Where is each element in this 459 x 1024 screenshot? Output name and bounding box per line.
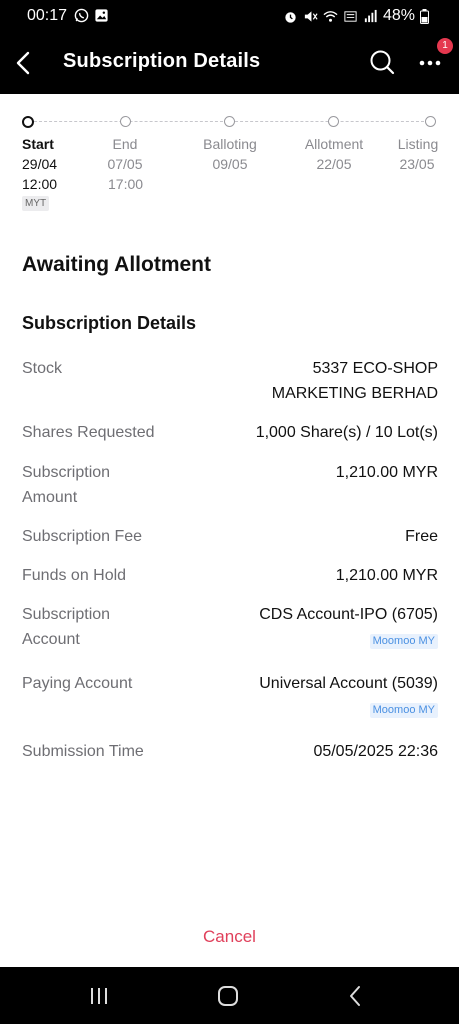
whatsapp-icon [74,8,89,23]
detail-label: Subscription Account [22,602,192,652]
detail-label: Subscription Fee [22,528,143,545]
cancel-button[interactable]: Cancel [0,927,459,947]
timeline-label-allotment: Allotment [304,136,364,152]
detail-label: Stock [22,360,63,377]
timeline-label-listing: Listing [397,136,439,152]
timeline-dot-listing [425,116,436,127]
mute-icon [304,10,318,22]
detail-value: 1,210.00 MYR [335,567,438,584]
timeline-date-allotment: 22/05 [316,156,352,172]
recent-apps-icon[interactable] [84,984,114,1008]
system-nav-bar [0,967,459,1024]
timeline-time-end: 17:00 [108,176,144,192]
detail-row-fee: Subscription Fee Free [22,524,438,549]
detail-value: Universal Account (5039) Moomoo MY [198,671,438,721]
detail-row-paying-account: Paying Account Universal Account (5039) … [22,671,438,721]
gallery-icon [95,9,108,22]
detail-value: 1,210.00 MYR [335,464,438,481]
status-bar: 00:17 48% [0,0,459,32]
timeline-dot-end [120,116,131,127]
broker-tag: Moomoo MY [369,703,438,718]
account-name: Universal Account (5039) [259,675,438,692]
label-line2: Amount [22,489,78,506]
detail-label: Subscription Amount [22,460,192,510]
section-heading: Subscription Details [22,313,197,333]
page-title: Subscription Details [63,50,261,72]
battery-icon [420,8,429,24]
broker-tag: Moomoo MY [369,634,438,649]
status-right-icons: 48% [283,7,429,25]
detail-label: Submission Time [22,743,144,760]
timeline-date-balloting: 09/05 [212,156,248,172]
app-bar: Subscription Details 1 [0,32,459,94]
wifi-icon [323,10,338,22]
account-name: CDS Account-IPO (6705) [259,606,438,623]
timeline-dot-allotment [328,116,339,127]
label-line1: Subscription [22,606,111,623]
detail-row-shares: Shares Requested 1,000 Share(s) / 10 Lot… [22,420,438,445]
detail-label: Shares Requested [22,424,155,441]
volte-icon [344,10,357,22]
detail-label: Paying Account [22,675,133,692]
timeline-date-end: 07/05 [107,156,143,172]
main-content: Start 29/04 12:00 MYT End 07/05 17:00 Ba… [0,94,459,967]
status-time: 00:17 [27,7,68,24]
detail-row-submission-time: Submission Time 05/05/2025 22:36 [22,739,438,764]
stock-name-line2: MARKETING BERHAD [271,385,438,402]
detail-label: Funds on Hold [22,567,127,584]
signal-icon [364,9,377,22]
timezone-tag: MYT [22,196,50,211]
notification-badge: 1 [437,38,453,54]
detail-value: CDS Account-IPO (6705) Moomoo MY [198,602,438,652]
stock-name-line1: 5337 ECO-SHOP [312,360,438,377]
detail-row-subscription-account: Subscription Account CDS Account-IPO (67… [22,602,438,662]
search-icon[interactable] [368,48,396,76]
detail-row-stock: Stock 5337 ECO-SHOP MARKETING BERHAD [22,356,438,406]
timeline-date-listing: 23/05 [399,156,435,172]
detail-value: 05/05/2025 22:36 [313,743,438,760]
status-notification-icons [74,8,109,23]
detail-value: 1,000 Share(s) / 10 Lot(s) [255,424,438,441]
timeline-label-balloting: Balloting [203,136,257,152]
status-heading: Awaiting Allotment [22,253,211,276]
detail-row-funds: Funds on Hold 1,210.00 MYR [22,563,438,588]
timeline-label-end: End [112,136,138,152]
detail-value: 5337 ECO-SHOP MARKETING BERHAD [198,356,438,406]
timeline-time-start: 12:00 [22,176,58,192]
back-nav-icon[interactable] [341,984,371,1008]
timeline-label-start: Start [22,136,54,152]
label-line1: Subscription [22,464,111,481]
timeline-dot-start [22,116,34,128]
timeline-dot-balloting [224,116,235,127]
detail-value: Free [405,528,438,545]
ipo-timeline: Start 29/04 12:00 MYT End 07/05 17:00 Ba… [0,114,459,214]
timeline-date-start: 29/04 [22,156,58,172]
alarm-icon [285,11,296,23]
battery-percent: 48% [382,7,415,24]
home-icon[interactable] [213,984,243,1008]
label-line2: Account [22,631,80,648]
back-arrow-icon[interactable] [12,49,36,77]
detail-row-amount: Subscription Amount 1,210.00 MYR [22,460,438,510]
